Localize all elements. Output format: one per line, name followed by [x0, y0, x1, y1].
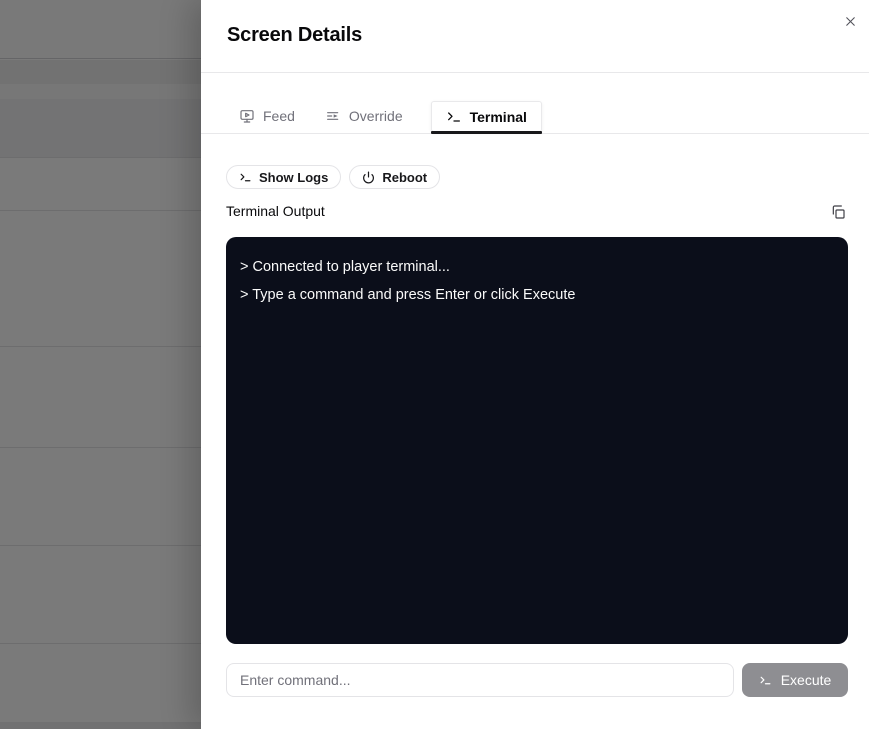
modal-header: Screen Details — [201, 0, 869, 73]
command-bar: Execute — [226, 663, 848, 697]
reboot-button[interactable]: Reboot — [349, 165, 440, 189]
close-button[interactable] — [839, 10, 861, 32]
tab-override-label: Override — [349, 108, 403, 124]
tab-bar: Feed Override Terminal — [201, 99, 869, 134]
terminal-action-bar: Show Logs Reboot — [226, 165, 440, 189]
execute-button[interactable]: Execute — [742, 663, 848, 697]
terminal-output-header: Terminal Output — [226, 203, 848, 221]
copy-icon — [830, 204, 846, 220]
tab-terminal-label: Terminal — [470, 109, 527, 125]
copy-output-button[interactable] — [828, 202, 848, 222]
terminal-prompt-icon — [446, 109, 462, 125]
tab-terminal[interactable]: Terminal — [431, 101, 542, 132]
monitor-play-icon — [239, 108, 255, 124]
terminal-output-panel[interactable]: > Connected to player terminal... > Type… — [226, 237, 848, 644]
reboot-label: Reboot — [382, 170, 427, 185]
close-icon — [843, 14, 858, 29]
terminal-prompt-icon — [759, 674, 772, 687]
modal-title: Screen Details — [227, 24, 362, 47]
terminal-output-line: > Connected to player terminal... — [240, 253, 834, 281]
execute-label: Execute — [781, 672, 832, 688]
list-arrow-icon — [325, 108, 341, 124]
show-logs-label: Show Logs — [259, 170, 328, 185]
screen-details-modal: Screen Details Feed Override — [201, 0, 869, 729]
terminal-output-label: Terminal Output — [226, 203, 325, 219]
terminal-prompt-icon — [239, 171, 252, 184]
power-icon — [362, 171, 375, 184]
screen: iew A a MAC ID — [0, 0, 869, 729]
tab-override[interactable]: Override — [323, 100, 405, 132]
command-input[interactable] — [226, 663, 734, 697]
tab-feed-label: Feed — [263, 108, 295, 124]
terminal-output-line: > Type a command and press Enter or clic… — [240, 281, 834, 309]
show-logs-button[interactable]: Show Logs — [226, 165, 341, 189]
tab-feed[interactable]: Feed — [237, 100, 297, 132]
